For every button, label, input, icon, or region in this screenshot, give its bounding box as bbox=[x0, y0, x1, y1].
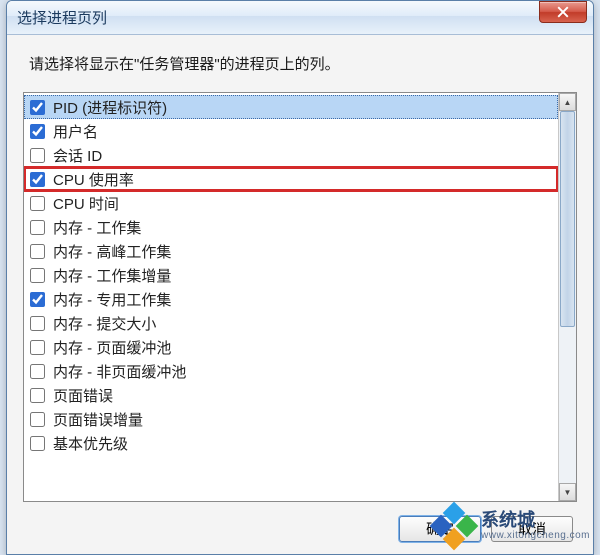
column-checkbox[interactable] bbox=[30, 244, 45, 259]
list-item[interactable]: 内存 - 专用工作集 bbox=[24, 287, 558, 311]
column-checkbox[interactable] bbox=[30, 436, 45, 451]
column-checkbox[interactable] bbox=[30, 364, 45, 379]
column-label: 用户名 bbox=[53, 121, 98, 142]
list-item[interactable]: 内存 - 非页面缓冲池 bbox=[24, 359, 558, 383]
list-item[interactable]: 内存 - 工作集 bbox=[24, 215, 558, 239]
column-checkbox[interactable] bbox=[30, 412, 45, 427]
scroll-thumb[interactable] bbox=[560, 111, 575, 327]
column-checkbox[interactable] bbox=[30, 172, 45, 187]
column-checkbox[interactable] bbox=[30, 196, 45, 211]
list-item[interactable]: 基本优先级 bbox=[24, 431, 558, 455]
column-label: 内存 - 非页面缓冲池 bbox=[53, 361, 186, 382]
list-item[interactable]: 内存 - 页面缓冲池 bbox=[24, 335, 558, 359]
list-item[interactable]: 页面错误 bbox=[24, 383, 558, 407]
list-item[interactable]: PID (进程标识符) bbox=[24, 95, 558, 119]
close-button[interactable] bbox=[539, 1, 587, 23]
list-item[interactable]: 内存 - 工作集增量 bbox=[24, 263, 558, 287]
column-checkbox[interactable] bbox=[30, 292, 45, 307]
list-item[interactable]: CPU 使用率 bbox=[24, 167, 558, 191]
column-checkbox[interactable] bbox=[30, 268, 45, 283]
column-label: 内存 - 高峰工作集 bbox=[53, 241, 171, 262]
list-item[interactable]: 内存 - 高峰工作集 bbox=[24, 239, 558, 263]
column-label: 内存 - 页面缓冲池 bbox=[53, 337, 171, 358]
column-label: 内存 - 专用工作集 bbox=[53, 289, 171, 310]
column-checkbox[interactable] bbox=[30, 100, 45, 115]
column-checkbox[interactable] bbox=[30, 220, 45, 235]
column-label: PID (进程标识符) bbox=[53, 97, 167, 118]
column-label: 内存 - 工作集增量 bbox=[53, 265, 171, 286]
scrollbar: ▲ ▼ bbox=[558, 93, 576, 501]
column-checkbox[interactable] bbox=[30, 148, 45, 163]
column-label: CPU 使用率 bbox=[53, 169, 134, 190]
column-checkbox[interactable] bbox=[30, 124, 45, 139]
columns-list: PID (进程标识符) 用户名会话 ID CPU 使用率 CPU 时间内存 - 工作集… bbox=[24, 93, 558, 501]
list-item[interactable]: 用户名 bbox=[24, 119, 558, 143]
ok-button[interactable]: 确定 bbox=[399, 516, 481, 542]
column-label: 内存 - 工作集 bbox=[53, 217, 141, 238]
scroll-track[interactable] bbox=[559, 111, 576, 483]
column-checkbox[interactable] bbox=[30, 340, 45, 355]
column-label: 页面错误增量 bbox=[53, 409, 143, 430]
list-item[interactable]: 会话 ID bbox=[24, 143, 558, 167]
column-checkbox[interactable] bbox=[30, 388, 45, 403]
column-label: 页面错误 bbox=[53, 385, 113, 406]
column-checkbox[interactable] bbox=[30, 316, 45, 331]
dialog-content: 请选择将显示在"任务管理器"的进程页上的列。 PID (进程标识符) 用户名会话 … bbox=[7, 35, 593, 554]
column-label: 会话 ID bbox=[53, 145, 102, 166]
cancel-button[interactable]: 取消 bbox=[491, 516, 573, 542]
list-item[interactable]: 内存 - 提交大小 bbox=[24, 311, 558, 335]
list-item[interactable]: CPU 时间 bbox=[24, 191, 558, 215]
dialog-window: 选择进程页列 请选择将显示在"任务管理器"的进程页上的列。 PID (进程标识符… bbox=[6, 0, 594, 555]
scroll-down-button[interactable]: ▼ bbox=[559, 483, 576, 501]
close-icon bbox=[557, 6, 569, 18]
column-label: CPU 时间 bbox=[53, 193, 119, 214]
window-title: 选择进程页列 bbox=[17, 7, 107, 28]
columns-listbox: PID (进程标识符) 用户名会话 ID CPU 使用率 CPU 时间内存 - 工作集… bbox=[23, 92, 577, 502]
instruction-text: 请选择将显示在"任务管理器"的进程页上的列。 bbox=[23, 53, 577, 74]
scroll-up-button[interactable]: ▲ bbox=[559, 93, 576, 111]
button-row: 确定 取消 bbox=[23, 516, 577, 542]
list-item[interactable]: 页面错误增量 bbox=[24, 407, 558, 431]
titlebar: 选择进程页列 bbox=[7, 1, 593, 35]
column-label: 基本优先级 bbox=[53, 433, 128, 454]
column-label: 内存 - 提交大小 bbox=[53, 313, 156, 334]
